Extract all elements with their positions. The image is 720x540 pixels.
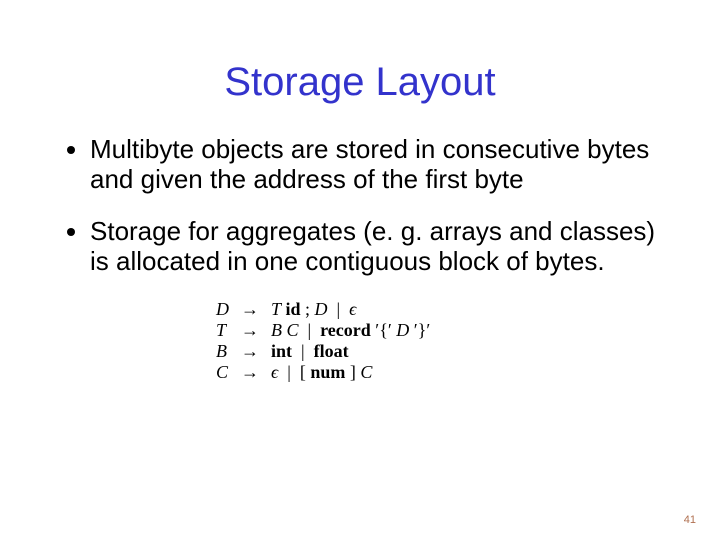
bullet-list: Multibyte objects are stored in consecut… [50,135,670,277]
grammar-lhs: B [210,341,235,362]
grammar-lhs: D [210,299,235,320]
grammar-lhs-text: C [216,362,228,382]
page-number: 41 [684,514,696,526]
grammar-rhs: B C | record ′{′ D ′}′ [265,320,436,341]
grammar-arrow: → [235,299,265,320]
grammar-lhs-text: B [216,341,227,361]
grammar-rhs: ϵ | [ num ] C [265,362,436,383]
bullet-item: Multibyte objects are stored in consecut… [90,135,670,195]
grammar-rhs: T id ; D | ϵ [265,299,436,320]
slide: Storage Layout Multibyte objects are sto… [0,0,720,540]
grammar-lhs-text: D [216,299,229,319]
grammar-lhs: T [210,320,235,341]
slide-title: Storage Layout [50,60,670,105]
grammar-row: D → T id ; D | ϵ [210,299,436,320]
grammar-rhs: int | float [265,341,436,362]
grammar-lhs: C [210,362,235,383]
grammar-row: T → B C | record ′{′ D ′}′ [210,320,436,341]
grammar-arrow: → [235,320,265,341]
bullet-item: Storage for aggregates (e. g. arrays and… [90,217,670,277]
grammar-block: D → T id ; D | ϵ T → B C | record ′{′ D … [210,299,670,383]
grammar-arrow: → [235,362,265,383]
grammar-arrow: → [235,341,265,362]
grammar-lhs-text: T [216,320,226,340]
grammar-table: D → T id ; D | ϵ T → B C | record ′{′ D … [210,299,436,383]
grammar-row: C → ϵ | [ num ] C [210,362,436,383]
grammar-row: B → int | float [210,341,436,362]
